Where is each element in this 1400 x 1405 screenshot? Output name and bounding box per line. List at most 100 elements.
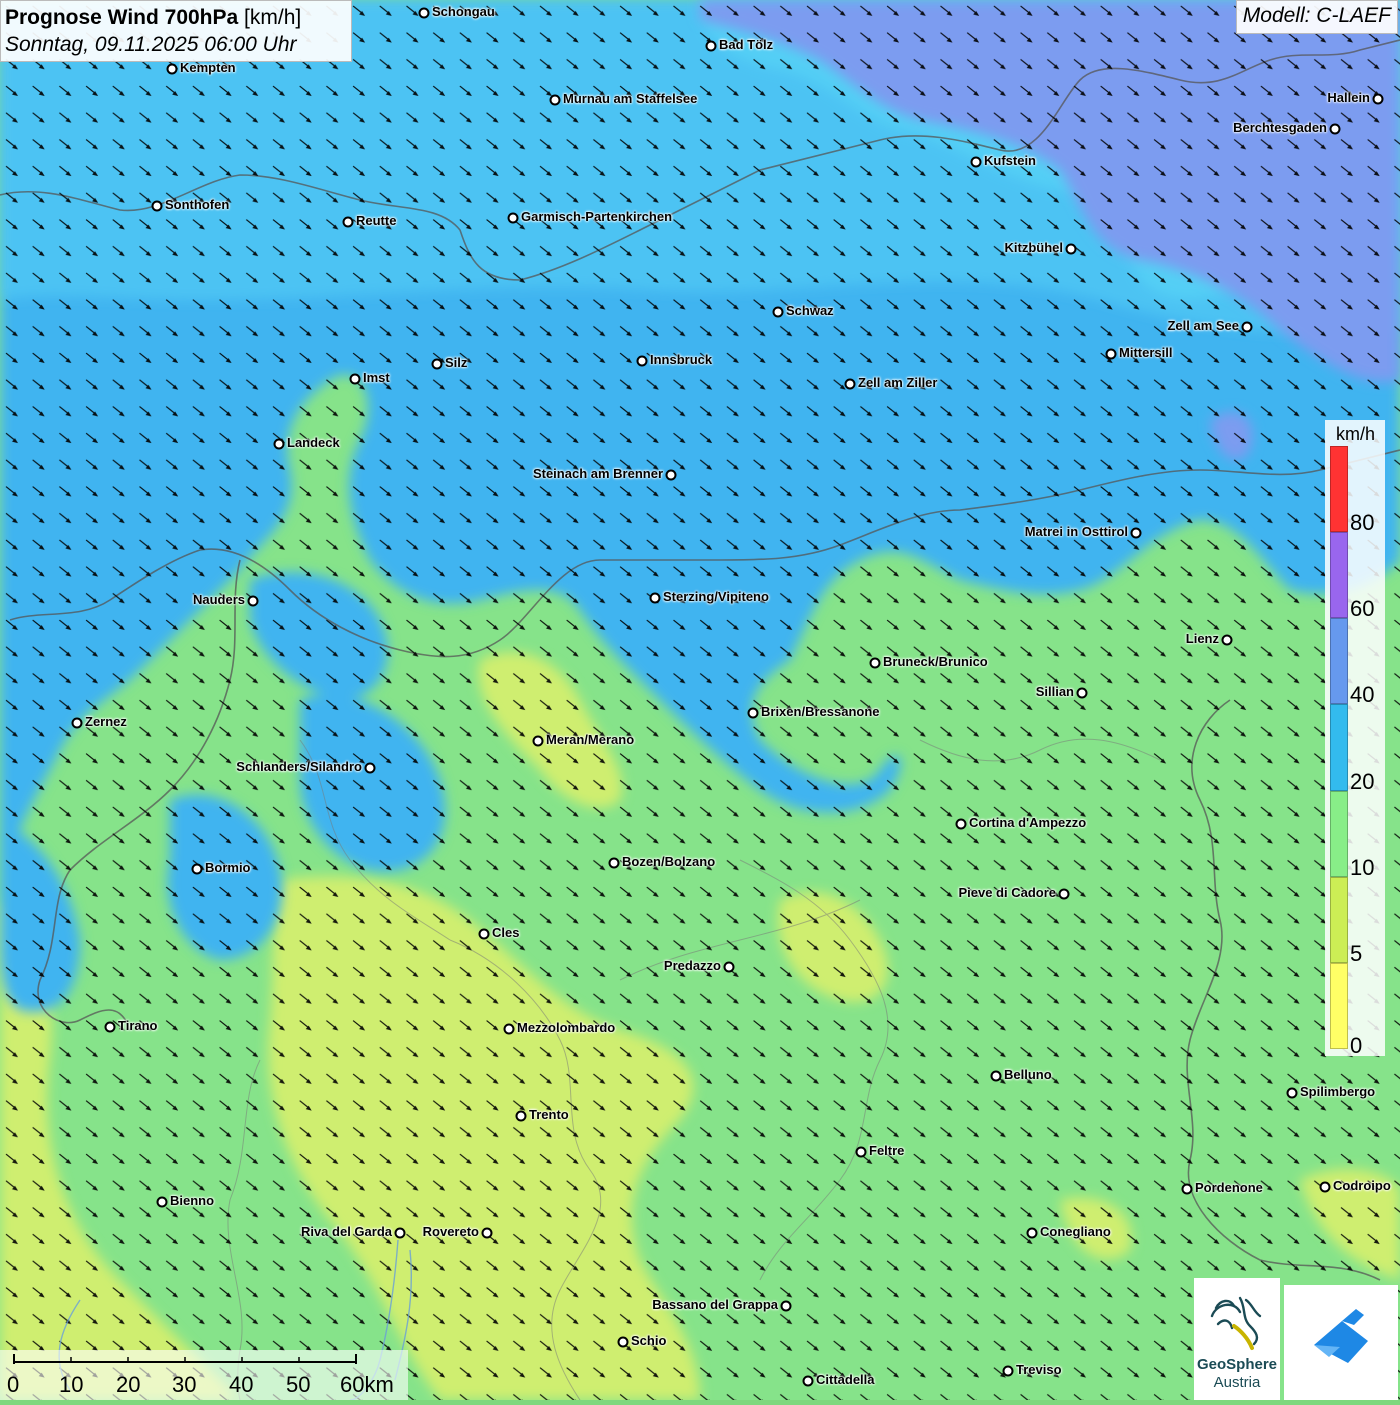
city-label: Schongau	[432, 4, 495, 19]
city-label: Bassano del Grappa	[652, 1297, 778, 1312]
city-label: Codroipo	[1333, 1178, 1391, 1193]
city-marker	[507, 212, 519, 224]
city-marker	[1181, 1183, 1193, 1195]
title-panel: Prognose Wind 700hPa [km/h] Sonntag, 09.…	[0, 0, 352, 62]
city-marker	[71, 717, 83, 729]
city-label: Lienz	[1185, 631, 1219, 646]
city-marker	[990, 1070, 1002, 1082]
city-label: Hallein	[1327, 90, 1370, 105]
city-label: Imst	[363, 370, 390, 385]
city-label: Nauders	[192, 592, 245, 607]
city-label: Steinach am Brenner	[532, 466, 663, 481]
city-marker	[431, 358, 443, 370]
city-marker	[869, 657, 881, 669]
city-label: Sterzing/Vipiteno	[663, 589, 769, 604]
legend-color-bar	[1330, 446, 1348, 1049]
city-marker	[955, 818, 967, 830]
city-label: Zernez	[85, 714, 127, 729]
city-label: Kitzbühel	[1004, 240, 1064, 255]
city-label: Belluno	[1004, 1067, 1052, 1082]
city-label: Treviso	[1016, 1362, 1062, 1377]
city-label: Rovereto	[422, 1224, 479, 1239]
legend-swatch	[1330, 532, 1348, 619]
city-label: Bienno	[170, 1193, 215, 1208]
city-label: Sonthofen	[165, 197, 230, 212]
city-marker	[855, 1146, 867, 1158]
city-marker	[1130, 527, 1142, 539]
city-marker	[247, 595, 259, 607]
city-label: Meran/Merano	[546, 732, 635, 747]
scale-label: 50	[286, 1372, 311, 1397]
city-label: Garmisch-Partenkirchen	[521, 209, 673, 224]
city-marker	[1076, 687, 1088, 699]
city-marker	[705, 40, 717, 52]
city-label: Schlanders/Silandro	[236, 759, 362, 774]
city-marker	[1058, 888, 1070, 900]
legend-swatch	[1330, 790, 1348, 877]
legend-swatch	[1330, 876, 1348, 963]
city-marker	[273, 438, 285, 450]
map-title-main: Prognose Wind 700hPa	[5, 6, 239, 29]
geosphere-name: GeoSphere	[1196, 1356, 1278, 1373]
city-marker	[844, 378, 856, 390]
legend-label: 5	[1350, 940, 1363, 966]
city-label: Conegliano	[1040, 1224, 1111, 1239]
city-marker	[802, 1375, 814, 1387]
city-marker	[156, 1196, 168, 1208]
city-label: Kufstein	[984, 153, 1036, 168]
legend-label: 80	[1350, 510, 1375, 536]
partner-icon	[1314, 1309, 1368, 1363]
city-marker	[1286, 1087, 1298, 1099]
legend-label: 20	[1350, 768, 1375, 794]
scale-bar: 0 10 20 30 40 50 60km	[0, 1350, 408, 1400]
city-label: Matrei in Osttirol	[1024, 524, 1128, 539]
city-marker	[532, 735, 544, 747]
city-label: Bad Tölz	[719, 37, 774, 52]
city-marker	[515, 1110, 527, 1122]
city-label: Spilimbergo	[1300, 1084, 1376, 1099]
city-label: Kempten	[180, 60, 236, 75]
city-marker	[481, 1227, 493, 1239]
city-marker	[1319, 1181, 1331, 1193]
legend-swatch	[1330, 962, 1348, 1049]
city-label: Zell am See	[1167, 318, 1239, 333]
scale-label: 10	[59, 1372, 84, 1397]
city-label: Silz	[445, 355, 468, 370]
scale-label: 0	[7, 1372, 20, 1397]
city-label: Cles	[492, 925, 520, 940]
city-label: Mittersill	[1119, 345, 1173, 360]
city-marker	[1221, 634, 1233, 646]
city-marker	[747, 707, 759, 719]
legend-swatch	[1330, 446, 1348, 533]
city-marker	[970, 156, 982, 168]
map-title: Prognose Wind 700hPa [km/h]	[5, 4, 347, 31]
city-label: Riva del Garda	[300, 1224, 392, 1239]
city-label: Feltre	[869, 1143, 905, 1158]
geosphere-country: Austria	[1213, 1374, 1261, 1391]
city-label: Bozen/Bolzano	[622, 854, 716, 869]
color-legend: km/h 80 60 40 20 10 5 0	[1325, 420, 1385, 1058]
legend-label: 10	[1350, 854, 1375, 880]
legend-swatch	[1330, 704, 1348, 791]
city-marker	[1241, 321, 1253, 333]
city-marker	[549, 94, 561, 106]
legend-label: 40	[1350, 682, 1375, 708]
city-label: Innsbruck	[650, 352, 713, 367]
city-label: Murnau am Staffelsee	[563, 91, 698, 106]
city-label: Cortina d'Ampezzo	[969, 815, 1087, 830]
city-marker	[1065, 243, 1077, 255]
city-marker	[1026, 1227, 1038, 1239]
city-label: Tirano	[118, 1018, 158, 1033]
city-label: Pieve di Cadore	[958, 885, 1056, 900]
city-label: Reutte	[356, 213, 397, 228]
scale-label: 40	[229, 1372, 254, 1397]
city-marker	[364, 762, 376, 774]
city-label: Bormio	[205, 860, 251, 875]
city-label: Pordenone	[1195, 1180, 1263, 1195]
city-marker	[418, 7, 430, 19]
scale-label: 20	[116, 1372, 141, 1397]
city-label: Bruneck/Brunico	[883, 654, 988, 669]
legend-label: 60	[1350, 596, 1375, 622]
city-label: Trento	[529, 1107, 569, 1122]
city-label: Brixen/Bressanone	[761, 704, 880, 719]
